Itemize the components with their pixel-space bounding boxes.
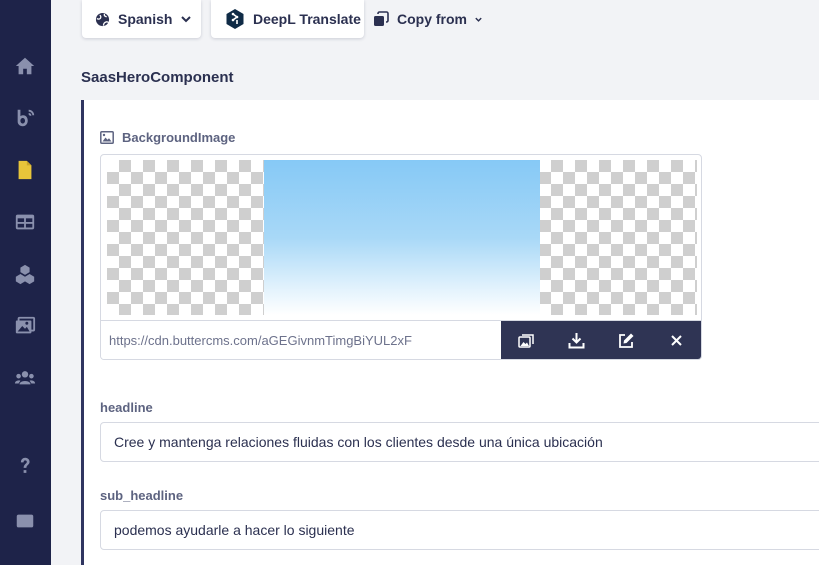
sidebar-item-pages[interactable] — [13, 158, 37, 182]
sidebar-item-media[interactable] — [13, 314, 37, 338]
sidebar — [0, 0, 51, 565]
edit-image-button[interactable] — [601, 321, 651, 359]
component-title: SaasHeroComponent — [81, 69, 234, 86]
copy-from-dropdown[interactable]: Copy from — [373, 9, 483, 29]
sidebar-item-blog[interactable] — [13, 106, 37, 130]
edit-icon — [618, 333, 633, 348]
language-selector[interactable]: Spanish — [82, 0, 201, 38]
image-url-input[interactable] — [101, 321, 501, 359]
pages-icon — [18, 160, 32, 180]
blog-icon — [17, 109, 35, 127]
background-image-preview[interactable] — [264, 160, 540, 315]
image-preview-box — [100, 154, 702, 360]
help-icon — [20, 457, 30, 473]
copy-from-label: Copy from — [397, 11, 467, 27]
image-url-row — [101, 320, 701, 359]
globe-icon — [95, 12, 110, 26]
image-actions-bar — [501, 321, 701, 359]
close-icon — [670, 335, 682, 346]
choose-image-button[interactable] — [501, 321, 551, 359]
remove-image-button[interactable] — [651, 321, 701, 359]
window-icon — [16, 514, 34, 528]
sidebar-item-help[interactable] — [13, 454, 37, 478]
sub-headline-label: sub_headline — [100, 488, 184, 503]
deepl-logo-icon — [226, 9, 244, 29]
component-panel: BackgroundImage https://cdn.buttercms.co… — [81, 100, 819, 565]
chevron-down-icon — [181, 16, 192, 23]
sidebar-item-collections[interactable] — [13, 210, 37, 234]
background-image-label: BackgroundImage — [100, 130, 235, 145]
sidebar-item-home[interactable] — [13, 54, 37, 78]
download-image-button[interactable] — [551, 321, 601, 359]
headline-input[interactable] — [100, 422, 819, 462]
sub-headline-input[interactable] — [100, 510, 819, 550]
sidebar-item-components[interactable] — [13, 262, 37, 286]
users-icon — [14, 371, 36, 385]
background-image-label-text: BackgroundImage — [122, 130, 236, 145]
sidebar-item-users[interactable] — [13, 366, 37, 390]
language-label: Spanish — [118, 11, 173, 27]
copy-icon — [374, 11, 389, 26]
sidebar-item-window[interactable] — [13, 509, 37, 533]
deepl-translate-button[interactable]: DeepL Translate — [211, 0, 364, 38]
home-icon — [15, 57, 35, 75]
download-icon — [568, 333, 584, 349]
collections-icon — [15, 214, 35, 230]
image-icon — [100, 131, 114, 144]
deepl-label: DeepL Translate — [253, 11, 361, 27]
media-icon — [15, 316, 36, 334]
media-library-icon — [517, 334, 534, 348]
chevron-down-icon — [475, 17, 482, 22]
components-icon — [15, 264, 35, 285]
headline-label: headline — [100, 400, 153, 415]
